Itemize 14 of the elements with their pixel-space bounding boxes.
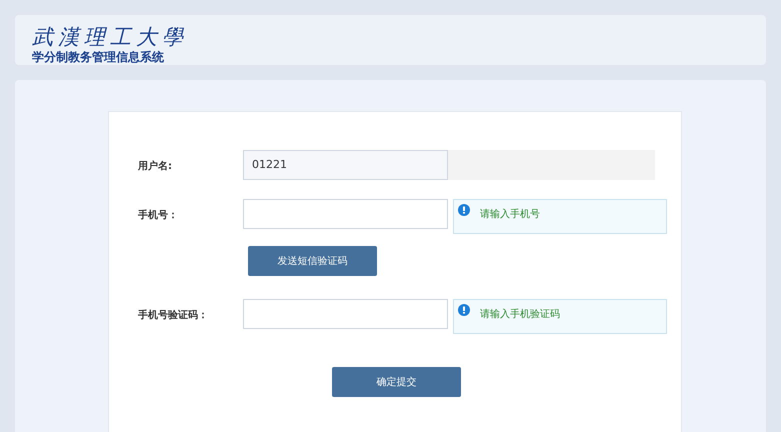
username-field[interactable]: 01221 xyxy=(243,150,448,180)
hint-text: 请输入手机号 xyxy=(480,208,540,222)
submit-button[interactable]: 确定提交 xyxy=(332,367,461,397)
input-field[interactable] xyxy=(243,299,448,329)
field-label: 用户名: xyxy=(137,159,173,174)
info-icon xyxy=(458,204,470,216)
info-icon xyxy=(458,304,470,316)
university-logo: 武漢理工大學 xyxy=(32,25,189,49)
hint-text: 请输入手机验证码 xyxy=(480,308,560,322)
system-title: 学分制教务管理信息系统 xyxy=(32,49,165,65)
field-label: 手机号验证码： xyxy=(137,308,209,323)
send-code-button[interactable]: 发送短信验证码 xyxy=(248,246,377,276)
field-label: 手机号： xyxy=(137,208,179,223)
input-field[interactable] xyxy=(243,199,448,229)
